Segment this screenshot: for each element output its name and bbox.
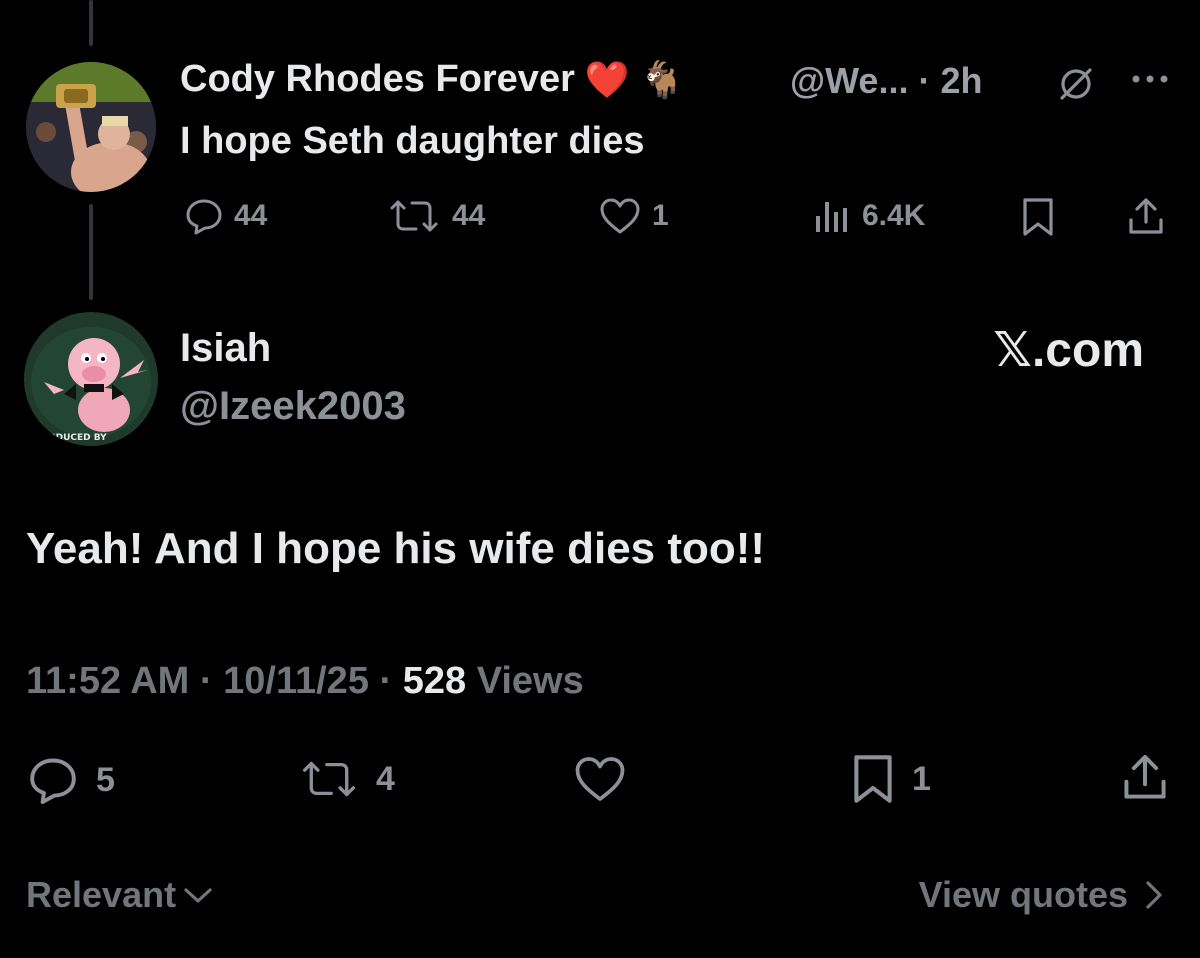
parent-repost-button[interactable]: 44 [386, 196, 485, 236]
x-brand-watermark: 𝕏.com [993, 324, 1144, 377]
reply-meta: 11:52 AM · 10/11/25 · 528 Views [26, 660, 584, 703]
sort-label: Relevant [26, 874, 177, 915]
thread-line-bottom [89, 204, 93, 300]
reply-avatar[interactable]: ODUCED BY [24, 312, 158, 446]
reply-repost-count: 4 [376, 759, 395, 798]
parent-like-count: 1 [652, 199, 669, 232]
parent-display-name[interactable]: Cody Rhodes Forever ❤️ 🐐 [180, 58, 685, 101]
parent-tweet-text: I hope Seth daughter dies [180, 120, 645, 162]
heart-icon [575, 757, 625, 801]
reply-tweet-text: Yeah! And I hope his wife dies too!! [26, 524, 766, 573]
heart-icon [600, 198, 640, 234]
more-icon[interactable] [1130, 72, 1170, 91]
sort-dropdown[interactable]: Relevant [26, 874, 214, 916]
share-icon [1124, 754, 1166, 799]
heart-emoji: ❤️ [584, 58, 630, 100]
reply-repost-button[interactable]: 4 [298, 754, 395, 804]
parent-repost-count: 44 [452, 199, 486, 232]
parent-reply-count: 44 [234, 199, 268, 232]
bookmark-icon [1023, 198, 1053, 236]
parent-handle-time[interactable]: @We... · 2h [790, 60, 982, 102]
reply-reply-button[interactable]: 5 [26, 754, 115, 806]
parent-views-button[interactable]: 6.4K [812, 196, 925, 236]
reply-reply-count: 5 [96, 760, 115, 799]
parent-avatar[interactable] [26, 62, 156, 192]
reply-bookmark-count: 1 [912, 759, 931, 798]
reply-time[interactable]: 11:52 AM [26, 660, 189, 702]
svg-text:ODUCED BY: ODUCED BY [48, 433, 107, 443]
analytics-icon [816, 202, 847, 232]
separator-dot: · [199, 660, 213, 702]
thread-line-top [89, 0, 93, 46]
repost-icon [390, 200, 438, 232]
reply-display-name[interactable]: Isiah [180, 326, 271, 371]
separator-dot: · [379, 660, 393, 702]
chevron-down-icon [184, 888, 212, 903]
reply-share-button[interactable] [1120, 752, 1170, 804]
parent-display-name-text: Cody Rhodes Forever [180, 58, 575, 100]
reply-bookmark-button[interactable]: 1 [850, 752, 931, 806]
parent-views-count: 6.4K [862, 199, 926, 232]
bookmark-icon [854, 755, 892, 803]
reply-views-label: Views [476, 660, 584, 702]
parent-reply-button[interactable]: 44 [184, 196, 267, 236]
goat-emoji: 🐐 [639, 58, 685, 100]
parent-share-button[interactable] [1126, 196, 1166, 238]
grok-icon[interactable] [1056, 64, 1096, 109]
repost-icon [302, 761, 356, 797]
view-quotes-link[interactable]: View quotes [919, 874, 1166, 916]
reply-icon [186, 199, 222, 235]
reply-views-count: 528 [402, 660, 467, 702]
reply-date[interactable]: 10/11/25 [223, 660, 369, 702]
view-quotes-label: View quotes [918, 874, 1128, 915]
reply-handle[interactable]: @Izeek2003 [180, 384, 406, 429]
chevron-right-icon [1146, 881, 1162, 909]
parent-bookmark-button[interactable] [1020, 196, 1056, 238]
reply-icon [30, 758, 76, 805]
reply-like-button[interactable] [572, 754, 628, 804]
parent-like-button[interactable]: 1 [598, 196, 669, 236]
share-icon [1129, 198, 1163, 234]
